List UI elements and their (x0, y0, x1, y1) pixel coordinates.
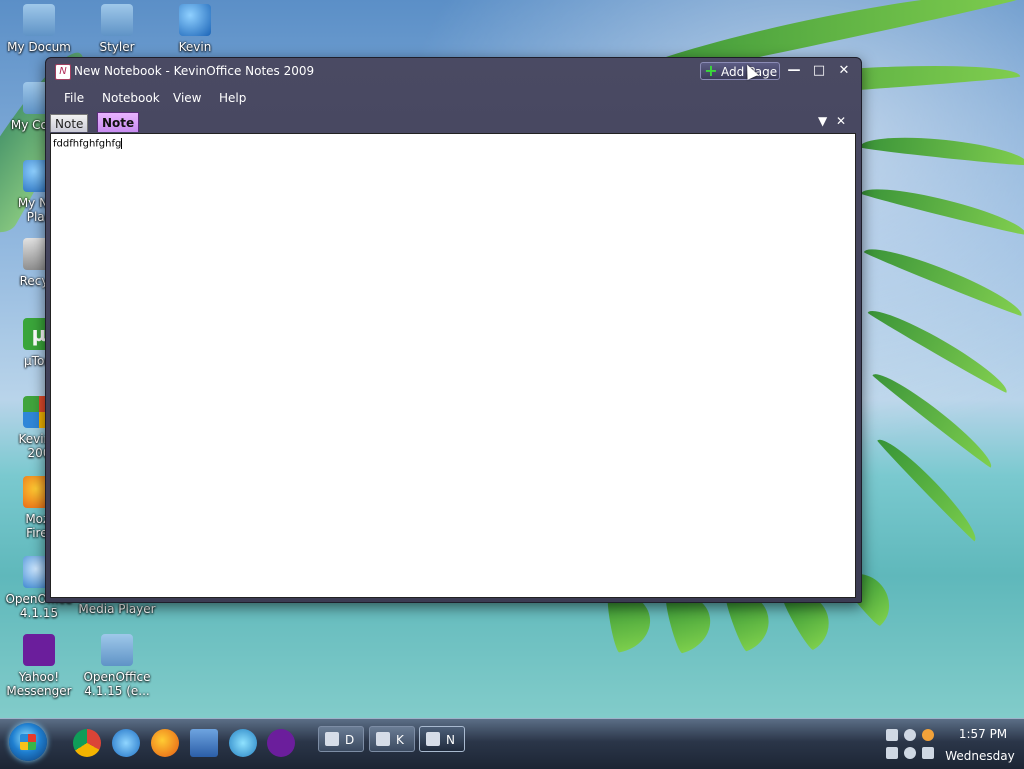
window-title: New Notebook - KevinOffice Notes 2009 (74, 64, 315, 78)
desktop-icon-yahoo-messenger[interactable]: Yahoo! Messenger (0, 634, 78, 698)
folder-icon (101, 4, 133, 36)
tab-dropdown-icon[interactable]: ▼ (818, 114, 827, 128)
notes-app-icon: N (55, 64, 71, 80)
tab-note-2[interactable]: Note 2 (97, 112, 140, 150)
text-caret (121, 138, 123, 149)
add-page-button[interactable]: + Add Page (700, 62, 780, 80)
menu-file[interactable]: File (64, 91, 84, 105)
tray-phone-icon[interactable] (886, 747, 898, 759)
minimize-button[interactable]: — (784, 62, 804, 80)
notes-window: N New Notebook - KevinOffice Notes 2009 … (45, 57, 862, 603)
desktop-icon-kevin[interactable]: Kevin (156, 4, 234, 54)
maximize-icon: □ (812, 63, 826, 78)
desktop-icon-styler[interactable]: Styler (78, 4, 156, 54)
start-button[interactable] (9, 723, 47, 761)
desktop-icon-label: Yahoo! Messenger (6, 670, 72, 698)
maximize-button[interactable]: □ (809, 62, 829, 80)
taskbar-item-label: D (345, 733, 355, 747)
plus-icon: + (704, 61, 718, 80)
taskbar-item-n[interactable]: N (419, 726, 465, 752)
tray-globe-icon[interactable] (904, 747, 916, 759)
menu-notebook[interactable]: Notebook (102, 91, 160, 105)
folder-icon (101, 634, 133, 666)
close-button[interactable]: ✕ (834, 62, 854, 80)
globe-icon (179, 4, 211, 36)
folder-icon (376, 732, 390, 746)
media-player-quicklaunch-icon[interactable] (229, 729, 257, 757)
taskbar-item-label: K (396, 733, 404, 747)
desktop-icon-openoffice-folder[interactable]: OpenOffice 4.1.15 (e... (78, 634, 156, 698)
yahoo-messenger-icon (23, 634, 55, 666)
taskbar: D K N 1:57 PM Wednesday (0, 718, 1024, 769)
desktop-icon-label: Media Player (78, 602, 156, 616)
document-icon (325, 732, 339, 746)
internet-explorer-icon[interactable] (112, 729, 140, 757)
system-tray (884, 727, 940, 761)
note-text-content: fddfhfghfghfg (53, 138, 123, 150)
tab-note-1[interactable]: Note 1 (50, 114, 89, 149)
tray-network-icon[interactable] (904, 729, 916, 741)
clock-time[interactable]: 1:57 PM (948, 727, 1018, 741)
window-titlebar[interactable]: N New Notebook - KevinOffice Notes 2009 … (46, 58, 861, 84)
app-grid-icon[interactable] (190, 729, 218, 757)
tray-display-icon[interactable] (922, 747, 934, 759)
note-editor[interactable]: fddfhfghfghfg (50, 133, 856, 598)
desktop-icon-label: OpenOffice 4.1.15 (e... (83, 670, 151, 698)
close-icon: ✕ (838, 63, 850, 78)
menu-bar: File Notebook View Help (46, 88, 861, 108)
minimize-icon: — (787, 63, 801, 78)
folder-icon (23, 4, 55, 36)
desktop-icon-label: My Docum (7, 40, 71, 54)
desktop-icon-label: Kevin (178, 40, 212, 54)
notes-app-icon (426, 732, 440, 746)
windows-logo-icon (20, 734, 36, 750)
menu-help[interactable]: Help (219, 91, 246, 105)
chrome-icon[interactable] (73, 729, 101, 757)
desktop-icon-my-documents[interactable]: My Docum (0, 4, 78, 54)
firefox-quicklaunch-icon[interactable] (151, 729, 179, 757)
note-text: fddfhfghfghfg (53, 138, 122, 150)
tray-app-icon[interactable] (886, 729, 898, 741)
clock-day[interactable]: Wednesday (940, 749, 1020, 763)
tray-yahoo-icon[interactable] (922, 729, 934, 741)
yahoo-messenger-quicklaunch-icon[interactable] (267, 729, 295, 757)
menu-view[interactable]: View (173, 91, 201, 105)
taskbar-item-label: N (446, 733, 455, 747)
taskbar-item-k[interactable]: K (369, 726, 415, 752)
taskbar-item-d[interactable]: D (318, 726, 364, 752)
desktop-icon-label: Styler (99, 40, 135, 54)
tab-close-icon[interactable]: ✕ (836, 114, 846, 128)
